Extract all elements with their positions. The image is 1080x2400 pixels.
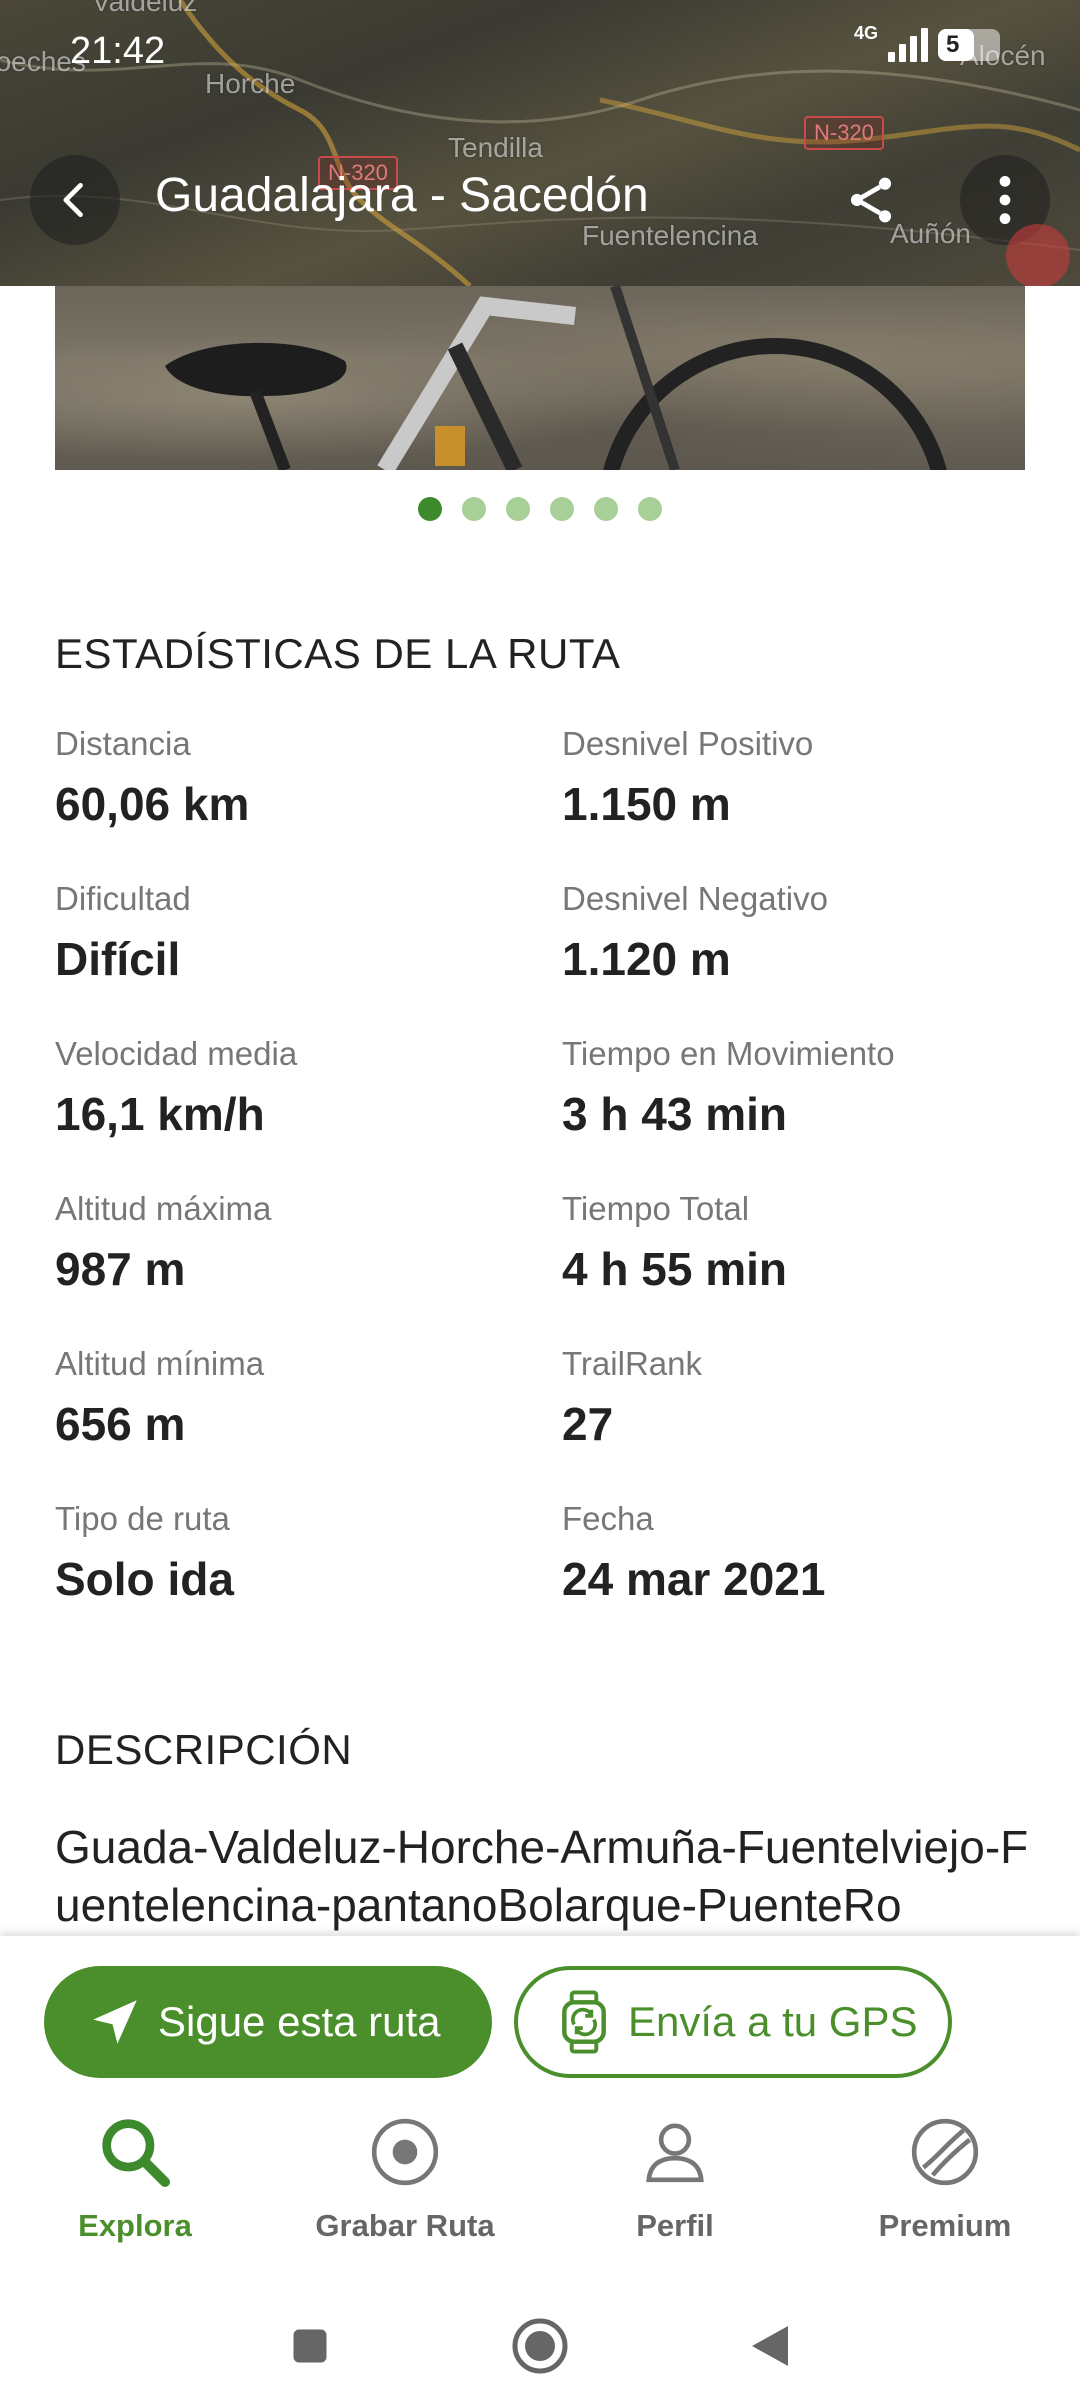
follow-route-button[interactable]: Sigue esta ruta (44, 1966, 492, 2078)
system-back-button[interactable] (730, 2306, 810, 2386)
pagination-dot[interactable] (418, 497, 442, 521)
road-shield: N-320 (804, 116, 884, 150)
arrow-left-icon (63, 182, 83, 218)
stat-value: Solo ida (55, 1553, 234, 1605)
status-bar: 21:42 4G 5 (0, 0, 1080, 100)
more-vertical-icon (999, 175, 1011, 225)
stat-value: 27 (562, 1398, 614, 1450)
nav-label: Explora (78, 2208, 192, 2243)
pagination-dot[interactable] (594, 497, 618, 521)
recents-button[interactable] (270, 2306, 350, 2386)
stat-trailrank: TrailRank 27 (562, 1345, 1042, 1451)
stats-section-title: ESTADÍSTICAS DE LA RUTA (55, 630, 621, 677)
stat-difficulty: Dificultad Difícil (55, 880, 535, 986)
signal-icon (888, 28, 928, 62)
person-icon (638, 2110, 712, 2194)
nav-label: Perfil (636, 2208, 714, 2243)
stat-value: 60,06 km (55, 778, 250, 830)
nav-explora[interactable]: Explora (0, 2104, 270, 2274)
battery-icon: 5 (938, 29, 1000, 61)
share-button[interactable] (826, 155, 916, 245)
stat-min-altitude: Altitud mínima 656 m (55, 1345, 535, 1451)
map-header[interactable]: Valdeluz Horche Tendilla Fuentelencina A… (0, 0, 1080, 286)
stat-total-time: Tiempo Total 4 h 55 min (562, 1190, 1042, 1296)
status-icons: 4G 5 (854, 23, 1000, 62)
send-to-gps-label: Envía a tu GPS (628, 1998, 918, 2045)
battery-level: 5 (946, 31, 960, 58)
stat-moving-time: Tiempo en Movimiento 3 h 43 min (562, 1035, 1042, 1141)
stat-label: Fecha (562, 1500, 654, 1537)
network-label: 4G (853, 22, 878, 43)
stat-value: Difícil (55, 933, 181, 985)
square-icon (293, 2329, 327, 2363)
nav-label: Premium (878, 2208, 1012, 2243)
stat-label: Tiempo en Movimiento (562, 1035, 895, 1072)
watch-sync-icon (554, 1990, 614, 2054)
map-location-marker (1006, 224, 1070, 286)
stat-value: 24 mar 2021 (562, 1553, 826, 1605)
follow-route-label: Sigue esta ruta (158, 1998, 441, 2045)
premium-icon (908, 2110, 982, 2194)
search-icon (95, 2110, 175, 2194)
stat-label: Tiempo Total (562, 1190, 750, 1227)
stat-value: 1.150 m (562, 778, 731, 830)
stat-label: Desnivel Negativo (562, 880, 828, 917)
system-navigation-bar (0, 2290, 1080, 2400)
nav-premium[interactable]: Premium (810, 2104, 1080, 2274)
stat-value: 16,1 km/h (55, 1088, 265, 1140)
stat-elevation-gain: Desnivel Positivo 1.150 m (562, 725, 1042, 831)
bike-photo-illustration (165, 286, 947, 470)
home-button[interactable] (500, 2306, 580, 2386)
route-title: Guadalajara - Sacedón (155, 169, 649, 222)
nav-grabar-ruta[interactable]: Grabar Ruta (270, 2104, 540, 2274)
stat-value: 1.120 m (562, 933, 731, 985)
stat-route-type: Tipo de ruta Solo ida (55, 1500, 535, 1606)
stat-label: Distancia (55, 725, 191, 762)
pagination-dot[interactable] (550, 497, 574, 521)
nav-label: Grabar Ruta (315, 2208, 495, 2243)
share-icon (850, 177, 892, 223)
stat-label: Altitud mínima (55, 1345, 265, 1382)
triangle-back-icon (752, 2326, 788, 2366)
toolbar: Guadalajara - Sacedón (0, 150, 1080, 250)
stat-distance: Distancia 60,06 km (55, 725, 535, 831)
stat-avg-speed: Velocidad media 16,1 km/h (55, 1035, 535, 1141)
stat-label: Velocidad media (55, 1035, 298, 1072)
stat-label: Altitud máxima (55, 1190, 272, 1227)
send-to-gps-button[interactable]: Envía a tu GPS (514, 1966, 952, 2078)
pagination-dot[interactable] (462, 497, 486, 521)
stat-value: 3 h 43 min (562, 1088, 787, 1140)
gallery-pagination (0, 497, 1080, 521)
stat-value: 656 m (55, 1398, 186, 1450)
stat-max-altitude: Altitud máxima 987 m (55, 1190, 535, 1296)
pagination-dot[interactable] (638, 497, 662, 521)
bottom-navigation: Explora Grabar Ruta Perfil Premium (0, 2104, 1080, 2274)
stat-label: Desnivel Positivo (562, 725, 814, 762)
stat-date: Fecha 24 mar 2021 (562, 1500, 1042, 1606)
stat-value: 987 m (55, 1243, 186, 1295)
stat-label: Tipo de ruta (55, 1500, 230, 1537)
stat-elevation-loss: Desnivel Negativo 1.120 m (562, 880, 1042, 986)
route-photo[interactable] (55, 286, 1025, 470)
screen: Valdeluz Horche Tendilla Fuentelencina A… (0, 0, 1080, 2400)
pagination-dot[interactable] (506, 497, 530, 521)
description-section-title: DESCRIPCIÓN (55, 1726, 353, 1773)
navigation-arrow-icon (86, 1993, 144, 2051)
stat-label: Dificultad (55, 880, 191, 917)
nav-perfil[interactable]: Perfil (540, 2104, 810, 2274)
status-time: 21:42 (70, 30, 166, 72)
stat-value: 4 h 55 min (562, 1243, 787, 1295)
back-button[interactable] (30, 155, 120, 245)
home-circle-icon (512, 2318, 568, 2374)
description-text: Guada-Valdeluz-Horche-Armuña-Fuentelviej… (55, 1821, 1029, 1931)
record-icon (368, 2110, 442, 2194)
stat-label: TrailRank (562, 1345, 702, 1382)
